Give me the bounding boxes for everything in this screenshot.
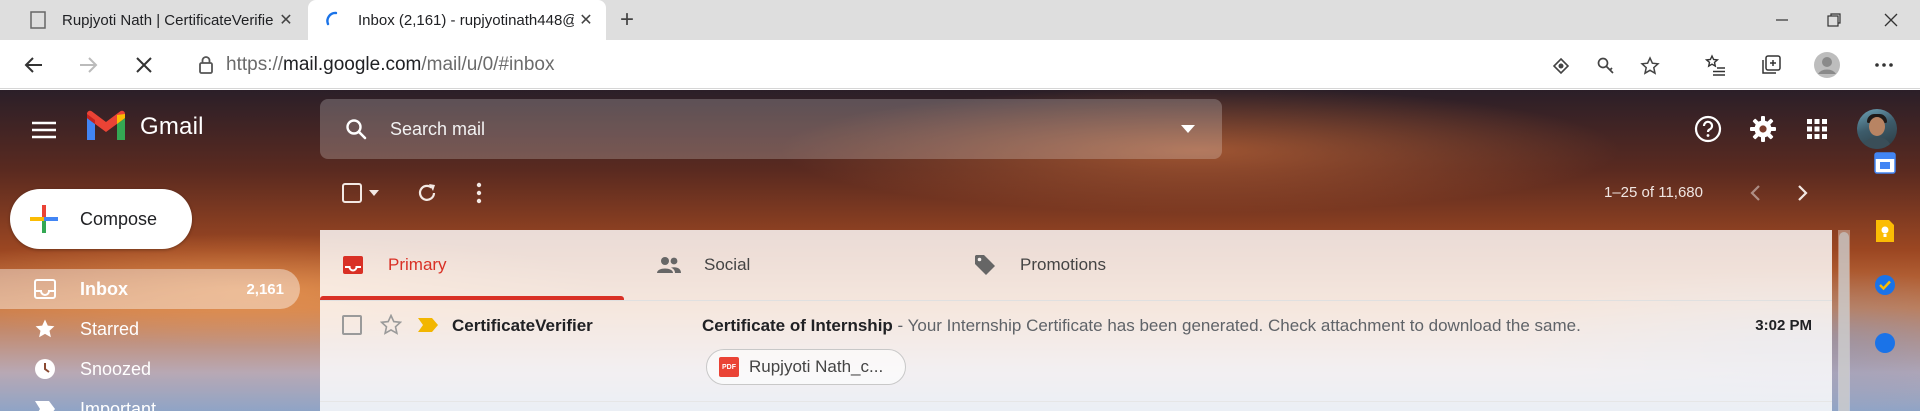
gmail-header: Gmail [0, 90, 1920, 168]
tab-social[interactable]: Social [636, 230, 940, 300]
tracking-prevention-icon[interactable] [1548, 53, 1574, 79]
loading-spinner-icon [322, 8, 346, 32]
tab-label: Social [704, 255, 751, 274]
compose-plus-icon [30, 205, 58, 233]
settings-gear-icon[interactable] [1743, 109, 1783, 149]
avatar-face [1869, 117, 1885, 136]
important-marker-icon[interactable] [416, 314, 440, 336]
compose-label: Compose [80, 208, 158, 229]
calendar-icon[interactable] [1872, 150, 1898, 176]
tab-label: Primary [388, 255, 447, 274]
browser-tab-inbox[interactable]: Inbox (2,161) - rupjyotinath448@ ✕ [308, 0, 606, 40]
attachment-chip[interactable]: PDF Rupjyoti Nath_c... [706, 349, 906, 385]
email-subject: Certificate of Internship [702, 316, 893, 335]
gmail-wordmark: Gmail [140, 113, 204, 140]
email-row[interactable]: CertificateVerifier Certificate of Inter… [320, 301, 1832, 402]
nav-label: Inbox [80, 278, 128, 299]
mail-list-toolbar: 1–25 of 11,680 [320, 168, 1850, 218]
nav-item-inbox[interactable]: Inbox 2,161 [0, 269, 300, 309]
address-bar[interactable]: https://mail.google.com/mail/u/0/#inbox [178, 46, 1680, 84]
email-subject-snippet: Certificate of Internship - Your Interns… [702, 316, 1581, 336]
email-sender: CertificateVerifier [452, 316, 593, 335]
nav-item-starred[interactable]: Starred [0, 309, 300, 349]
collections-icon[interactable] [1755, 49, 1787, 81]
contacts-icon[interactable] [1872, 330, 1898, 356]
search-bar[interactable] [320, 99, 1222, 159]
mail-list-panel: Primary Social Promotions CertificateVer [320, 230, 1832, 411]
older-page-icon[interactable] [1788, 178, 1818, 208]
favorites-list-icon[interactable] [1700, 49, 1732, 81]
gmail-logo[interactable]: Gmail [84, 110, 204, 144]
favorite-star-icon[interactable] [1637, 53, 1663, 79]
url-text: https://mail.google.com/mail/u/0/#inbox [226, 54, 554, 76]
row-checkbox[interactable] [342, 315, 362, 335]
search-icon[interactable] [334, 107, 378, 151]
url-host: mail.google.com [283, 54, 422, 75]
email-time: 3:02 PM [1755, 317, 1812, 334]
star-toggle-icon[interactable] [378, 312, 404, 338]
pagination-text: 1–25 of 11,680 [1604, 184, 1703, 201]
nav-label: Starred [80, 318, 140, 339]
close-tab-icon[interactable]: ✕ [574, 8, 598, 32]
unread-count: 2,161 [246, 280, 284, 298]
scrollbar-thumb[interactable] [1839, 232, 1849, 411]
browser-tab-certificate[interactable]: Rupjyoti Nath | CertificateVerifier ✕ [12, 0, 306, 40]
gmail-app: Gmail Search mail Compose Inbox 2,161 St… [0, 90, 1920, 411]
mail-list-scrollbar[interactable] [1838, 230, 1850, 411]
inbox-icon [33, 277, 57, 301]
star-icon [33, 317, 57, 341]
back-icon[interactable] [18, 49, 50, 81]
attachment-name: Rupjyoti Nath_c... [749, 357, 884, 376]
side-panel [1850, 138, 1920, 411]
nav-item-snoozed[interactable]: Snoozed [0, 349, 300, 389]
minimize-icon[interactable] [1759, 0, 1805, 40]
tasks-icon[interactable] [1872, 272, 1898, 298]
email-snippet: - Your Internship Certificate has been g… [892, 316, 1581, 335]
keep-icon[interactable] [1872, 218, 1898, 244]
url-scheme: https:// [226, 54, 284, 75]
nav-item-important[interactable]: Important [0, 389, 300, 411]
profile-icon[interactable] [1811, 49, 1843, 81]
more-options-icon[interactable] [1868, 49, 1900, 81]
tab-primary[interactable]: Primary [320, 230, 624, 300]
google-apps-icon[interactable] [1797, 109, 1837, 149]
close-window-icon[interactable] [1868, 0, 1914, 40]
help-icon[interactable] [1688, 109, 1728, 149]
inbox-icon [340, 252, 366, 278]
search-options-icon[interactable] [1168, 109, 1208, 149]
stop-loading-icon[interactable] [128, 49, 160, 81]
browser-toolbar: https://mail.google.com/mail/u/0/#inbox [0, 40, 1920, 89]
main-menu-icon[interactable] [24, 110, 64, 150]
forward-icon[interactable] [72, 49, 104, 81]
url-path: /mail/u/0/#inbox [421, 54, 555, 75]
clock-icon [33, 357, 57, 381]
more-actions-icon[interactable] [464, 178, 494, 208]
document-icon [26, 8, 50, 32]
tag-icon [972, 252, 998, 278]
gmail-m-icon [87, 110, 125, 140]
pdf-icon: PDF [719, 357, 739, 377]
people-icon [656, 252, 682, 278]
tab-title: Inbox (2,161) - rupjyotinath448@ [358, 11, 574, 29]
nav-label: Snoozed [80, 358, 152, 379]
tab-title: Rupjyoti Nath | CertificateVerifier [62, 11, 274, 29]
label-important-icon [33, 397, 57, 411]
nav-label: Important [80, 398, 157, 411]
compose-button[interactable]: Compose [10, 189, 192, 249]
new-tab-icon[interactable]: + [613, 6, 641, 34]
key-icon[interactable] [1593, 53, 1619, 79]
refresh-icon[interactable] [412, 178, 442, 208]
newer-page-icon[interactable] [1740, 178, 1770, 208]
lock-icon[interactable] [198, 55, 214, 75]
search-input[interactable] [390, 118, 1168, 140]
tab-promotions[interactable]: Promotions [952, 230, 1256, 300]
browser-tab-bar: Rupjyoti Nath | CertificateVerifier ✕ In… [0, 0, 1920, 40]
select-all-checkbox[interactable] [340, 178, 386, 208]
close-tab-icon[interactable]: ✕ [274, 8, 298, 32]
restore-window-icon[interactable] [1811, 0, 1857, 40]
tab-label: Promotions [1020, 255, 1106, 274]
